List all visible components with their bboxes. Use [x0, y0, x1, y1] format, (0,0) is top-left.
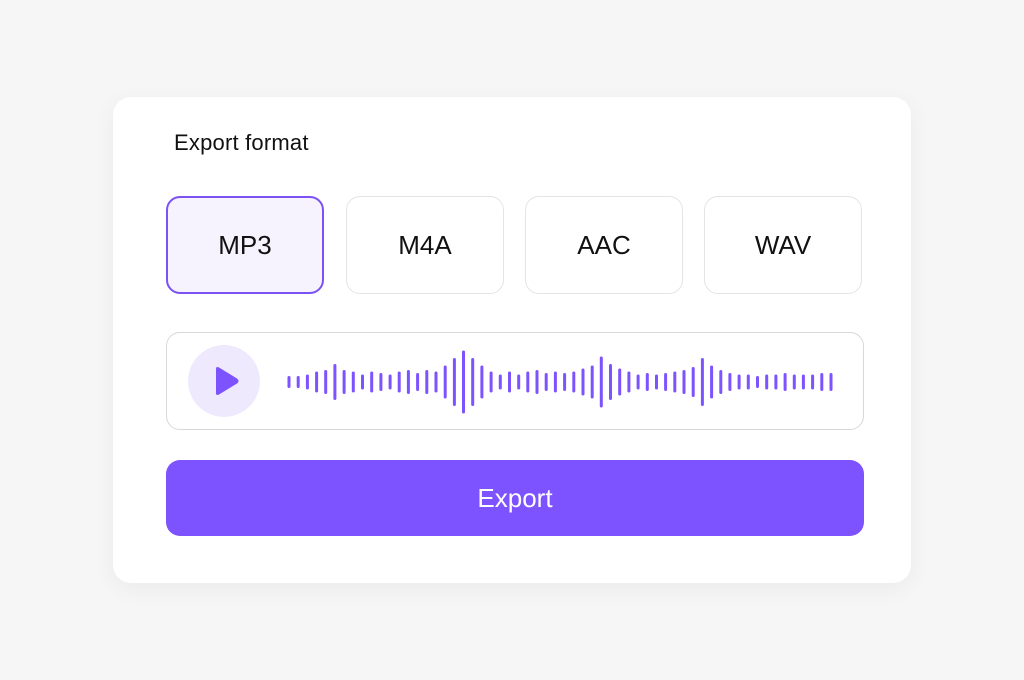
- format-option-aac[interactable]: AAC: [525, 196, 683, 294]
- audio-preview-player: [166, 332, 864, 430]
- waveform[interactable]: [285, 347, 835, 417]
- format-option-wav[interactable]: WAV: [704, 196, 862, 294]
- play-button[interactable]: [188, 345, 260, 417]
- format-option-mp3[interactable]: MP3: [166, 196, 324, 294]
- export-card: Export format MP3 M4A AAC WAV Export: [113, 97, 911, 583]
- export-button[interactable]: Export: [166, 460, 864, 536]
- format-option-m4a[interactable]: M4A: [346, 196, 504, 294]
- panel-title: Export format: [174, 130, 309, 155]
- format-options: MP3 M4A AAC WAV: [166, 196, 864, 296]
- play-icon: [216, 367, 239, 395]
